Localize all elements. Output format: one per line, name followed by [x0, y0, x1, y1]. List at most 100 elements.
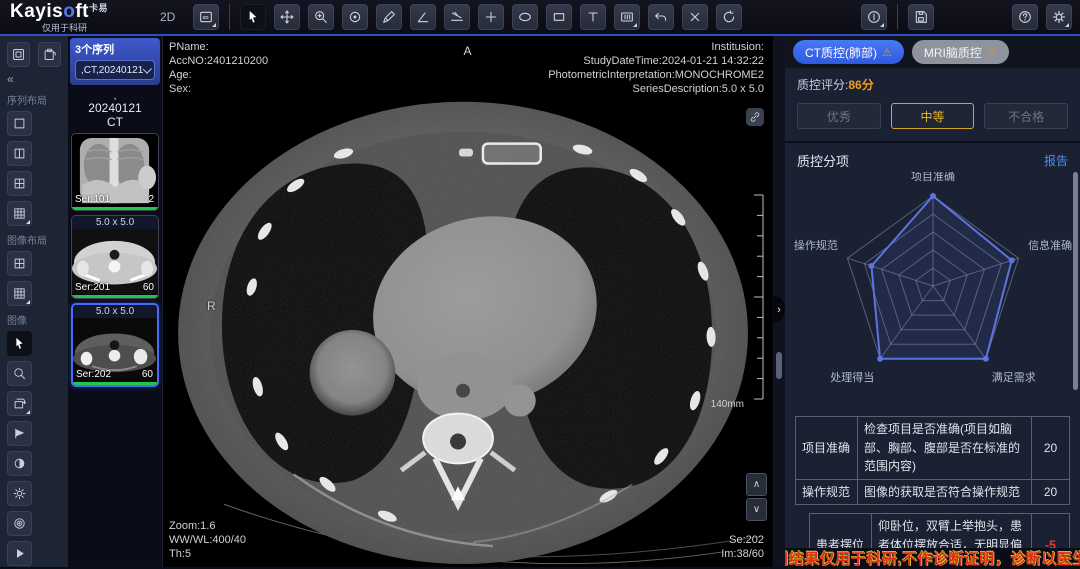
panel-scrollbar-thumb[interactable]	[1073, 172, 1078, 390]
tool-text-button[interactable]	[580, 4, 606, 30]
series-thumbnail-202[interactable]: 5.0 x 5.0 Ser:202 60	[71, 303, 159, 387]
ruler-length-label: 140mm	[711, 399, 744, 410]
tool-undo-button[interactable]	[648, 4, 674, 30]
tool-pan-button[interactable]	[274, 4, 300, 30]
report-layout-button[interactable]	[7, 42, 30, 67]
ellipse-roi-icon	[517, 9, 533, 25]
tool-length-button[interactable]	[376, 4, 402, 30]
tool-window-level-button[interactable]	[342, 4, 368, 30]
help-button[interactable]	[1012, 4, 1038, 30]
qc-tabs: CT质控(肺部) ⚠ MRI脑质控 ⚠	[785, 36, 1080, 68]
image-magnify-button[interactable]	[7, 361, 32, 386]
clipboard-button[interactable]	[38, 42, 61, 67]
gear-icon	[1051, 9, 1067, 25]
ct-axial-image	[163, 36, 772, 567]
play-icon	[12, 546, 27, 561]
image-target-button[interactable]	[7, 511, 32, 536]
layout-1x2-icon	[12, 146, 27, 161]
2d-icon: 2D	[198, 9, 214, 25]
toolbar-separator-2	[897, 4, 898, 30]
tab-mri-qc[interactable]: MRI脑质控 ⚠	[912, 40, 1009, 64]
load-progress-bar	[73, 382, 157, 385]
pan-icon	[279, 9, 295, 25]
slice-scrollbar-thumb[interactable]	[776, 352, 782, 379]
collapse-sidebar-button[interactable]: «	[0, 71, 68, 88]
layout-2x2-icon	[12, 176, 27, 191]
image-flip-button[interactable]	[7, 421, 32, 446]
grade-excellent-button[interactable]: 优秀	[797, 103, 881, 129]
image-rotate-button[interactable]	[7, 391, 32, 416]
tool-delete-button[interactable]	[682, 4, 708, 30]
tool-reset-button[interactable]	[716, 4, 742, 30]
tool-pointer-button[interactable]	[240, 4, 266, 30]
pointer-icon	[12, 336, 27, 351]
undo-icon	[653, 9, 669, 25]
series-thumbnail-101[interactable]: Ser:101 2	[71, 133, 159, 211]
table-row: 项目准确 检查项目是否准确(项目如脑部、胸部、腹部是否在标准的范围内容) 20	[796, 417, 1070, 480]
thumbnail-header: 5.0 x 5.0	[72, 216, 158, 229]
tool-rect-button[interactable]	[546, 4, 572, 30]
tool-cine-button[interactable]	[614, 4, 640, 30]
tool-ellipse-button[interactable]	[512, 4, 538, 30]
panel-divider: ›	[772, 36, 785, 567]
report-icon	[11, 47, 26, 62]
grid-3x3-button[interactable]	[7, 281, 32, 306]
info-icon	[866, 9, 882, 25]
patient-info-overlay: PName: AccNO:2401210200 Age: Sex:	[169, 40, 268, 96]
delete-x-icon	[687, 9, 703, 25]
tool-2d-button[interactable]: 2D	[193, 4, 219, 30]
slice-scroll-buttons: ∧ ∨	[746, 473, 767, 521]
qc-main-table: 项目准确 检查项目是否准确(项目如脑部、胸部、腹部是否在标准的范围内容) 20 …	[795, 416, 1070, 505]
image-viewport[interactable]: PName: AccNO:2401210200 Age: Sex: Instit…	[163, 36, 772, 567]
image-play-button[interactable]	[7, 541, 32, 566]
svg-text:满足需求: 满足需求	[992, 371, 1036, 384]
grade-fail-button[interactable]: 不合格	[984, 103, 1068, 129]
qc-subsection-title: 质控分项	[797, 151, 849, 170]
save-button[interactable]	[908, 4, 934, 30]
crosshair-icon	[483, 9, 499, 25]
tool-zoom-button[interactable]	[308, 4, 334, 30]
image-pointer-button[interactable]	[7, 331, 32, 356]
scroll-up-button[interactable]: ∧	[746, 473, 767, 496]
layout-3x3-icon	[12, 206, 27, 221]
grid-3x3-icon	[12, 286, 27, 301]
tool-crosshair-button[interactable]	[478, 4, 504, 30]
measure-angle-icon	[415, 9, 431, 25]
study-info-overlay: Institusion: StudyDateTime:2024-01-21 14…	[548, 40, 764, 96]
measure-cobb-icon	[449, 9, 465, 25]
layout-2x2-button[interactable]	[7, 171, 32, 196]
score-label: 质控评分:	[797, 78, 848, 92]
tool-cobb-button[interactable]	[444, 4, 470, 30]
report-link[interactable]: 报告	[1044, 152, 1068, 169]
image-count-label: 2	[148, 194, 154, 205]
grid-2x2-button[interactable]	[7, 251, 32, 276]
scroll-down-button[interactable]: ∨	[746, 498, 767, 521]
zoom-info-overlay: Zoom:1.6 WW/WL:400/40 Th:5	[169, 519, 246, 561]
flip-play-icon	[12, 426, 27, 441]
image-brightness-button[interactable]	[7, 481, 32, 506]
grade-buttons: 优秀 中等 不合格	[785, 95, 1080, 141]
layout-1x2-button[interactable]	[7, 141, 32, 166]
radar-chart: 项目准确信息准确满足需求处理得当操作规范	[790, 172, 1075, 406]
info-button[interactable]	[861, 4, 887, 30]
series-number-label: Ser:101	[75, 194, 110, 205]
svg-text:项目准确: 项目准确	[911, 172, 955, 183]
tab-ct-qc[interactable]: CT质控(肺部) ⚠	[793, 40, 904, 64]
image-invert-button[interactable]	[7, 451, 32, 476]
save-icon	[913, 9, 929, 25]
window-level-icon	[347, 9, 363, 25]
top-toolbar: Kayisoft卡易 仅用于科研 2D 2D	[0, 0, 1080, 36]
tool-angle-button[interactable]	[410, 4, 436, 30]
table-row: 操作规范 图像的获取是否符合操作规范 20	[796, 479, 1070, 505]
series-link-button[interactable]	[746, 108, 764, 126]
study-dropdown[interactable]: ,CT,20240121	[75, 60, 155, 80]
series-thumbnail-201[interactable]: 5.0 x 5.0 Ser:201 60	[71, 215, 159, 299]
study-group-label: , 20240121 CT	[68, 85, 162, 129]
svg-text:信息准确: 信息准确	[1028, 238, 1072, 252]
layout-3x3-button[interactable]	[7, 201, 32, 226]
expand-panel-handle[interactable]: ›	[773, 296, 785, 323]
grade-medium-button[interactable]: 中等	[891, 103, 975, 129]
series-panel: 3个序列 ,CT,20240121 , 20240121 CT	[68, 36, 163, 567]
layout-1x1-button[interactable]	[7, 111, 32, 136]
settings-button[interactable]	[1046, 4, 1072, 30]
